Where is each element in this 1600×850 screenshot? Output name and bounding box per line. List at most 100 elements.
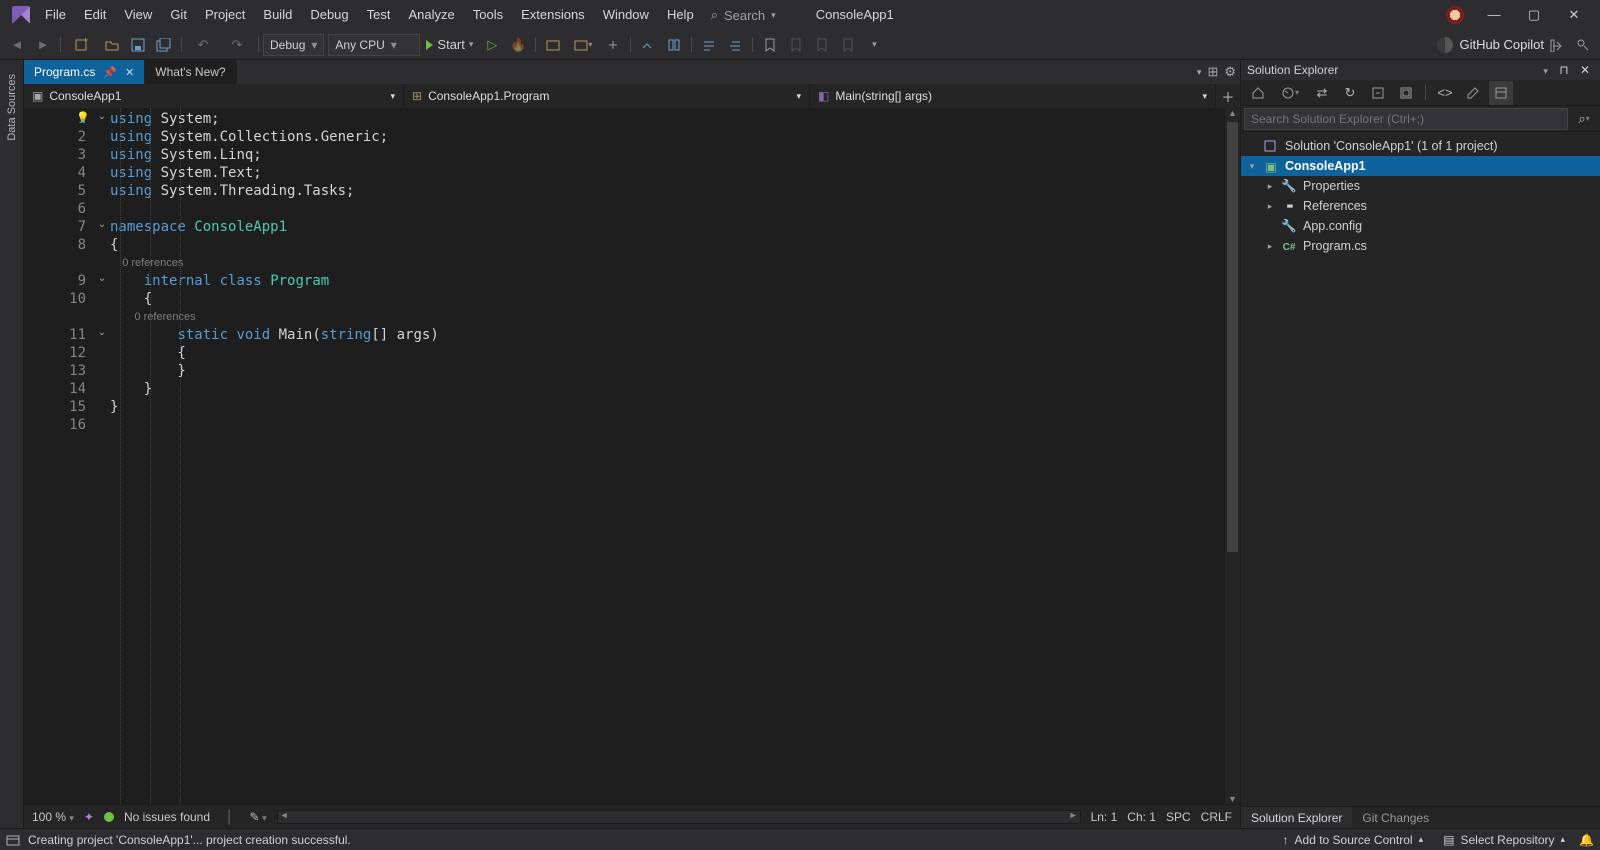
- nav-back-button[interactable]: ◄: [5, 33, 29, 57]
- expander-icon[interactable]: ▸: [1265, 181, 1275, 192]
- hot-reload-button[interactable]: 🔥: [506, 33, 530, 57]
- fold-toggle[interactable]: ⌄: [96, 326, 108, 338]
- se-home-button[interactable]: [1246, 81, 1270, 105]
- tb-btn-3[interactable]: [601, 33, 625, 57]
- data-sources-tab[interactable]: Data Sources: [4, 68, 20, 147]
- fold-toggle[interactable]: ⌄: [96, 272, 108, 284]
- add-to-source-control-button[interactable]: ↑ Add to Source Control ▴: [1277, 833, 1430, 847]
- nav-member-dropdown[interactable]: ◧Main(string[] args) ▾: [810, 84, 1216, 108]
- menu-window[interactable]: Window: [594, 0, 658, 30]
- panel-pin-icon[interactable]: ⊓: [1555, 63, 1572, 77]
- maximize-button[interactable]: ▢: [1514, 0, 1554, 30]
- panel-close-icon[interactable]: ✕: [1576, 63, 1594, 77]
- tree-node-properties[interactable]: ▸🔧Properties: [1241, 176, 1600, 196]
- eol-mode[interactable]: CRLF: [1201, 810, 1232, 824]
- se-switch-views-button[interactable]: ▾: [1274, 81, 1306, 105]
- menu-file[interactable]: File: [36, 0, 75, 30]
- expander-icon[interactable]: ▾: [1247, 161, 1257, 172]
- live-share-button[interactable]: [1571, 33, 1595, 57]
- tab-what-s-new-[interactable]: What's New?: [145, 60, 236, 84]
- expander-icon[interactable]: ▸: [1265, 241, 1275, 252]
- tb-btn-2[interactable]: ▾: [567, 33, 599, 57]
- tree-node-consoleapp1[interactable]: ▾▣ConsoleApp1: [1241, 156, 1600, 176]
- fold-gutter[interactable]: ⌄ ⌄ ⌄ ⌄: [94, 108, 110, 804]
- solution-explorer-search-input[interactable]: [1244, 108, 1568, 130]
- gear-icon[interactable]: ⚙: [1224, 64, 1236, 80]
- scroll-thumb[interactable]: [1227, 122, 1238, 552]
- nav-type-dropdown[interactable]: ⊞ConsoleApp1.Program ▾: [404, 84, 810, 108]
- minimize-button[interactable]: —: [1474, 0, 1514, 30]
- menu-build[interactable]: Build: [254, 0, 301, 30]
- close-icon[interactable]: ✕: [125, 66, 134, 79]
- menu-tools[interactable]: Tools: [464, 0, 512, 30]
- panel-dropdown-icon[interactable]: ▾: [1539, 66, 1552, 76]
- user-avatar[interactable]: [1446, 6, 1464, 24]
- code-editor[interactable]: 12345678910111213141516💡 ⌄⌄⌄⌄ using Syst…: [24, 108, 1240, 804]
- menu-view[interactable]: View: [115, 0, 161, 30]
- start-debug-button[interactable]: Start ▾: [420, 33, 479, 57]
- toolbar-overflow-button[interactable]: ▾: [862, 33, 886, 57]
- nav-fwd-button[interactable]: ►: [31, 33, 55, 57]
- notifications-button[interactable]: 🔔: [1579, 833, 1594, 847]
- undo-button[interactable]: ↶: [187, 33, 219, 57]
- tb-btn-4[interactable]: [636, 33, 660, 57]
- editor-vertical-scrollbar[interactable]: ▲ ▼: [1224, 108, 1240, 804]
- select-repository-button[interactable]: ▤ Select Repository ▴: [1437, 833, 1571, 847]
- bookmark-next-button[interactable]: [810, 33, 834, 57]
- bookmark-clear-button[interactable]: [836, 33, 860, 57]
- issues-label[interactable]: No issues found: [124, 810, 210, 824]
- new-project-button[interactable]: +: [66, 33, 98, 57]
- nav-split-button[interactable]: ＋: [1216, 84, 1240, 108]
- pen-icon[interactable]: ✎ ▾: [250, 810, 267, 824]
- scroll-down-icon[interactable]: ▼: [1225, 794, 1240, 804]
- global-search[interactable]: ⌕ Search ▾: [703, 0, 784, 30]
- start-without-debug-button[interactable]: ▷: [480, 33, 504, 57]
- open-file-button[interactable]: [100, 33, 124, 57]
- menu-git[interactable]: Git: [161, 0, 196, 30]
- solution-config-dropdown[interactable]: Debug ▾: [263, 34, 324, 56]
- tab-program-cs[interactable]: Program.cs📌✕: [24, 60, 145, 84]
- tab-solution-explorer[interactable]: Solution Explorer: [1241, 807, 1352, 828]
- menu-help[interactable]: Help: [658, 0, 703, 30]
- tb-btn-5[interactable]: [662, 33, 686, 57]
- menu-edit[interactable]: Edit: [75, 0, 115, 30]
- code-text[interactable]: using System;using System.Collections.Ge…: [110, 108, 1224, 804]
- fold-toggle[interactable]: ⌄: [96, 218, 108, 230]
- save-button[interactable]: [126, 33, 150, 57]
- tb-btn-6[interactable]: [697, 33, 721, 57]
- se-showall-button[interactable]: [1394, 81, 1418, 105]
- se-refresh-button[interactable]: ↻: [1338, 81, 1362, 105]
- menu-analyze[interactable]: Analyze: [399, 0, 463, 30]
- tb-btn-1[interactable]: [541, 33, 565, 57]
- menu-extensions[interactable]: Extensions: [512, 0, 594, 30]
- tree-node-references[interactable]: ▸▪▪References: [1241, 196, 1600, 216]
- menu-project[interactable]: Project: [196, 0, 254, 30]
- health-indicator[interactable]: ✦: [84, 810, 94, 824]
- tabs-dropdown-button[interactable]: ▾: [1197, 67, 1202, 78]
- nav-project-dropdown[interactable]: ▣ConsoleApp1 ▾: [24, 84, 404, 108]
- expander-icon[interactable]: ▸: [1265, 201, 1275, 212]
- search-icon[interactable]: ⌕▾: [1572, 107, 1596, 131]
- menu-debug[interactable]: Debug: [301, 0, 357, 30]
- solution-tree[interactable]: Solution 'ConsoleApp1' (1 of 1 project)▾…: [1241, 132, 1600, 806]
- lightbulb-icon[interactable]: 💡: [76, 109, 90, 127]
- editor-horizontal-scrollbar[interactable]: ◄ ►: [277, 810, 1081, 824]
- se-properties-button[interactable]: [1461, 81, 1485, 105]
- tb-btn-7[interactable]: [723, 33, 747, 57]
- se-collapse-button[interactable]: [1366, 81, 1390, 105]
- bookmark-button[interactable]: [758, 33, 782, 57]
- github-copilot-button[interactable]: GitHub Copilot: [1437, 37, 1544, 53]
- fold-toggle[interactable]: ⌄: [96, 110, 108, 122]
- share-button[interactable]: [1545, 33, 1569, 57]
- tree-node-app-config[interactable]: 🔧App.config: [1241, 216, 1600, 236]
- zoom-dropdown[interactable]: 100 % ▾: [32, 810, 74, 824]
- active-frame-button[interactable]: ⊞: [1207, 64, 1218, 80]
- redo-button[interactable]: ↷: [221, 33, 253, 57]
- tab-git-changes[interactable]: Git Changes: [1352, 807, 1439, 828]
- bookmark-prev-button[interactable]: [784, 33, 808, 57]
- se-sync-button[interactable]: ⇄: [1310, 81, 1334, 105]
- codelens[interactable]: 0 references: [110, 308, 1224, 326]
- solution-platform-dropdown[interactable]: Any CPU ▾: [328, 34, 420, 56]
- tree-node-program-cs[interactable]: ▸C#Program.cs: [1241, 236, 1600, 256]
- se-code-button[interactable]: <>: [1433, 81, 1457, 105]
